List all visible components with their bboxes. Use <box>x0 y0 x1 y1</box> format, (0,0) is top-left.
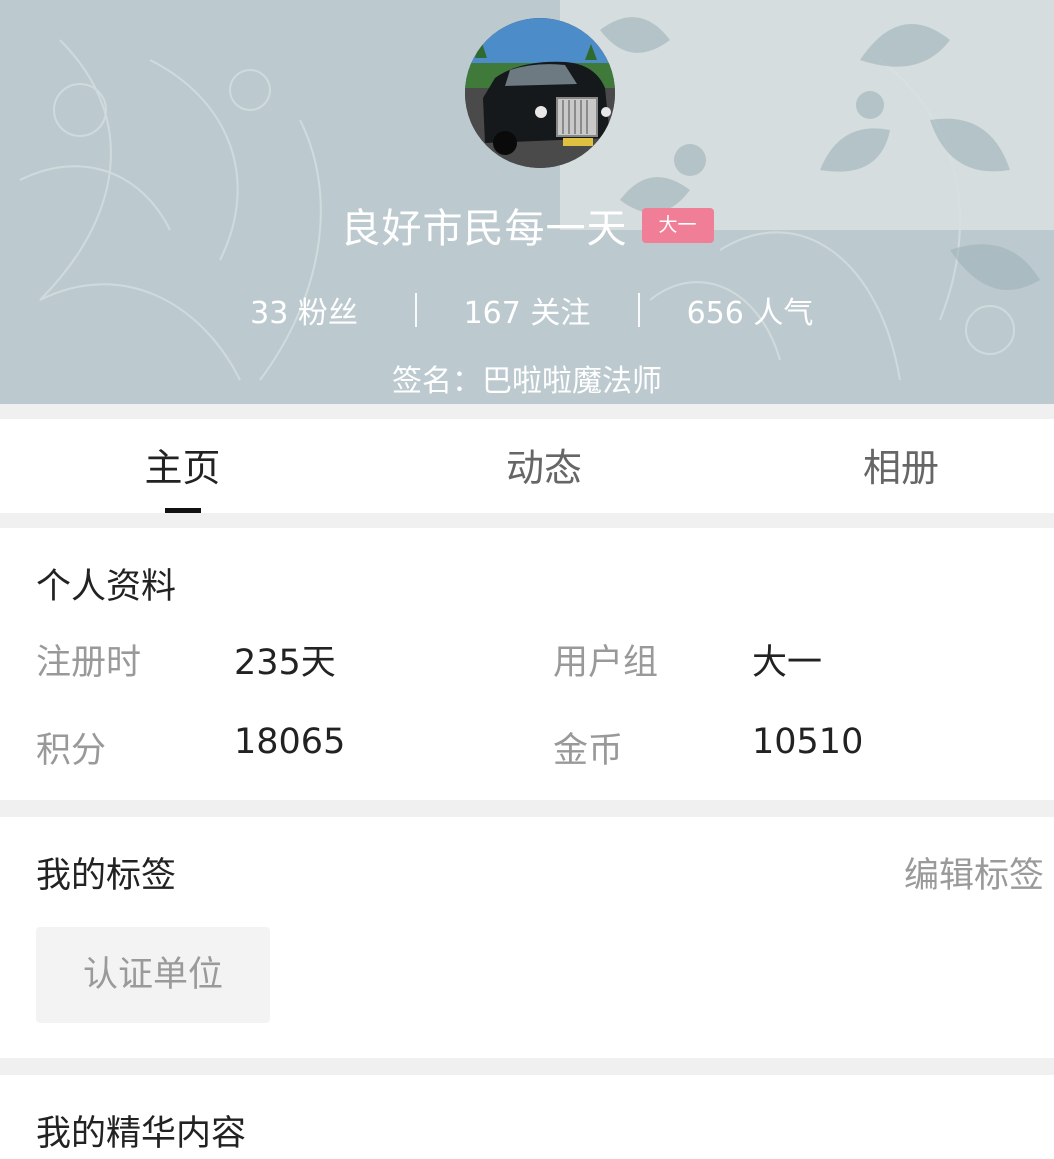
name-row: 良好市民每一天 大一 <box>0 196 1054 256</box>
coins-label: 金币 <box>553 731 624 771</box>
personal-info-title: 个人资料 <box>36 567 177 607</box>
featured-title: 我的精华内容 <box>36 1114 247 1154</box>
registration-label: 注册时 <box>36 643 142 683</box>
tab-home[interactable]: 主页 <box>0 419 365 513</box>
username: 良好市民每一天 <box>340 206 628 252</box>
featured-card: 我的精华内容 <box>0 1075 1054 1159</box>
tags-title: 我的标签 <box>36 856 177 896</box>
signature: 签名：巴啦啦魔法师 <box>392 364 662 399</box>
user-group-label: 用户组 <box>553 643 659 683</box>
points-label: 积分 <box>36 731 107 771</box>
coins-value: 10510 <box>752 722 864 762</box>
stat-divider <box>637 293 640 327</box>
followers-count[interactable]: 33 粉丝 <box>194 288 415 332</box>
popularity-count: 656 人气 <box>686 296 814 331</box>
tab-album[interactable]: 相册 <box>720 419 1054 513</box>
profile-header: 良好市民每一天 大一 33 粉丝 167 关注 656 人气 签名：巴啦啦魔法师 <box>0 0 1054 404</box>
registration-value: 235天 <box>234 643 336 683</box>
avatar[interactable] <box>465 18 615 168</box>
edit-tags-button[interactable]: 编辑标签 <box>904 847 1044 898</box>
tag-chip[interactable]: 认证单位 <box>36 927 270 1023</box>
tab-activity[interactable]: 动态 <box>363 419 725 513</box>
tags-card: 我的标签 编辑标签 认证单位 <box>0 817 1054 1058</box>
profile-tabs: 主页 动态 相册 <box>0 419 1054 513</box>
level-badge: 大一 <box>641 207 714 243</box>
profile-stats: 33 粉丝 167 关注 656 人气 <box>0 288 1054 332</box>
car-photo <box>465 18 615 168</box>
personal-info-card: 个人资料 注册时 235天 用户组 大一 积分 18065 金币 10510 <box>0 528 1054 800</box>
active-tab-indicator <box>165 508 201 513</box>
user-group-value: 大一 <box>752 643 823 683</box>
stat-divider <box>414 293 417 327</box>
points-value: 18065 <box>234 722 346 762</box>
following-count[interactable]: 167 关注 <box>417 288 638 332</box>
